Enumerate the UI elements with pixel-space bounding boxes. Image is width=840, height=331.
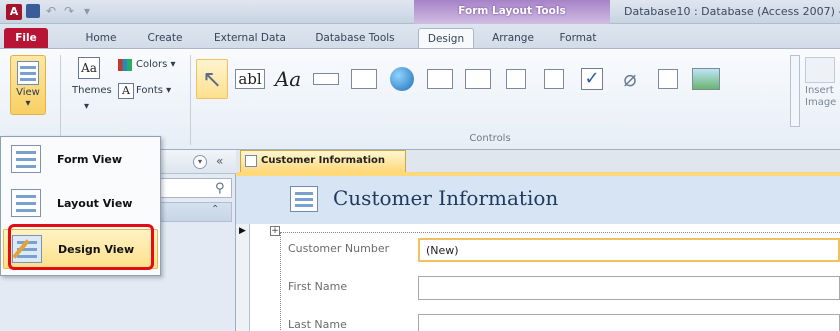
chevron-down-icon: ▾ — [84, 101, 90, 112]
tab-control-icon — [351, 69, 377, 89]
gallery-scrollbar[interactable] — [790, 55, 800, 127]
textbox-icon: abl — [235, 69, 265, 89]
chevron-down-icon: ▾ — [25, 98, 31, 109]
chevron-up-icon: ⌃ — [211, 204, 220, 215]
paperclip-icon: ⌀ — [623, 66, 637, 92]
access-logo-icon[interactable]: A — [6, 4, 22, 20]
menu-item-form-view[interactable]: Form View — [3, 139, 158, 179]
command-button-icon — [313, 73, 339, 85]
first-name-field[interactable] — [418, 276, 840, 300]
record-selector[interactable]: ▶ — [236, 224, 250, 331]
search-icon[interactable]: ⚲ — [215, 181, 225, 196]
hyperlink-globe-icon — [390, 67, 414, 91]
highlight-outline — [8, 224, 154, 270]
form-header: Customer Information — [236, 176, 840, 224]
field-label: First Name — [288, 280, 348, 293]
form-icon — [290, 186, 318, 212]
undo-icon[interactable]: ↶ — [44, 4, 58, 18]
document-tab-label: Customer Information — [261, 155, 386, 166]
tab-external-data[interactable]: External Data — [208, 28, 292, 48]
field-row: Customer Number (New) — [286, 238, 840, 262]
list-box-icon — [544, 69, 564, 89]
button-control-button[interactable] — [310, 59, 342, 99]
collapse-nav-icon[interactable]: « — [216, 154, 223, 168]
field-label: Customer Number — [288, 242, 390, 255]
field-row: First Name — [286, 276, 840, 300]
form-icon — [245, 155, 257, 167]
tab-format[interactable]: Format — [552, 28, 604, 48]
insert-image-icon — [805, 57, 835, 83]
colors-label[interactable]: Colors ▾ — [136, 59, 176, 70]
combo-box-control-button[interactable] — [500, 59, 532, 99]
form-title[interactable]: Customer Information — [333, 186, 558, 210]
tab-create[interactable]: Create — [142, 28, 188, 48]
web-browser-icon — [427, 69, 453, 89]
field-row: Last Name — [286, 314, 840, 331]
combo-box-icon — [506, 69, 526, 89]
web-browser-control-button[interactable] — [424, 59, 456, 99]
checkbox-icon: ✓ — [581, 68, 603, 90]
hyperlink-control-button[interactable] — [386, 59, 418, 99]
pointer-icon: ↖ — [201, 65, 223, 93]
group-separator — [60, 55, 61, 145]
menu-item-label: Layout View — [57, 196, 133, 210]
colors-icon[interactable] — [118, 59, 132, 71]
tab-file[interactable]: File — [4, 28, 48, 48]
redo-icon[interactable]: ↷ — [62, 4, 76, 18]
tab-database-tools[interactable]: Database Tools — [308, 28, 402, 48]
view-button-label: View — [16, 87, 40, 98]
fonts-label[interactable]: Fonts ▾ — [136, 85, 171, 96]
label-control-button[interactable]: Aa — [272, 59, 304, 99]
document-tab[interactable]: Customer Information — [240, 150, 406, 172]
view-button[interactable]: View ▾ — [10, 55, 46, 115]
insert-image-button[interactable]: Insert Image — [805, 57, 840, 109]
select-pointer-button[interactable]: ↖ — [196, 59, 228, 99]
context-group-label: Form Layout Tools — [458, 5, 566, 17]
layout-view-icon — [11, 189, 41, 217]
controls-group-label: Controls — [469, 133, 511, 144]
customer-number-field[interactable]: (New) — [418, 238, 840, 262]
form-view-icon — [17, 61, 39, 85]
controls-gallery: ↖ abl Aa ✓ ⌀ — [196, 57, 722, 101]
themes-label[interactable]: Themes — [72, 85, 112, 96]
ribbon-tabs: File Home Create External Data Database … — [0, 24, 840, 48]
menu-item-layout-view[interactable]: Layout View — [3, 183, 158, 223]
fonts-icon[interactable]: A — [118, 83, 134, 99]
layout-selector-icon[interactable]: + — [270, 226, 280, 236]
option-group-icon — [658, 69, 678, 89]
list-box-control-button[interactable] — [538, 59, 570, 99]
menu-item-label: Form View — [57, 152, 123, 166]
save-icon[interactable] — [26, 4, 40, 18]
qat-dropdown-icon[interactable]: ▾ — [80, 4, 94, 18]
current-record-icon: ▶ — [239, 226, 246, 236]
tab-arrange[interactable]: Arrange — [484, 28, 542, 48]
tab-control-button[interactable] — [348, 59, 380, 99]
window-title: Database10 : Database (Access 2007) - — [624, 5, 840, 18]
chevron-down-icon[interactable]: ▾ — [193, 155, 207, 169]
option-group-control-button[interactable] — [652, 59, 684, 99]
attachment-control-button[interactable]: ⌀ — [614, 59, 646, 99]
image-icon — [692, 68, 720, 90]
label-icon: Aa — [274, 67, 302, 91]
form-view-icon — [11, 145, 41, 173]
navigation-control-icon — [465, 69, 491, 89]
image-control-button[interactable] — [690, 59, 722, 99]
ribbon: View ▾ Aa Themes ▾ Colors ▾ A Fonts ▾ ↖ … — [0, 48, 840, 150]
tab-home[interactable]: Home — [80, 28, 122, 48]
textbox-control-button[interactable]: abl — [234, 59, 266, 99]
field-label: Last Name — [288, 318, 347, 331]
quick-access-toolbar: ↶ ↷ ▾ — [26, 4, 94, 18]
tab-design[interactable]: Design — [418, 28, 474, 48]
navigation-control-button[interactable] — [462, 59, 494, 99]
themes-icon[interactable]: Aa — [78, 57, 100, 79]
last-name-field[interactable] — [418, 314, 840, 331]
form-canvas: Customer Information ▶ + Customer Number… — [236, 176, 840, 331]
insert-image-label: Insert Image — [805, 85, 837, 108]
checkbox-control-button[interactable]: ✓ — [576, 59, 608, 99]
group-separator — [190, 55, 191, 145]
